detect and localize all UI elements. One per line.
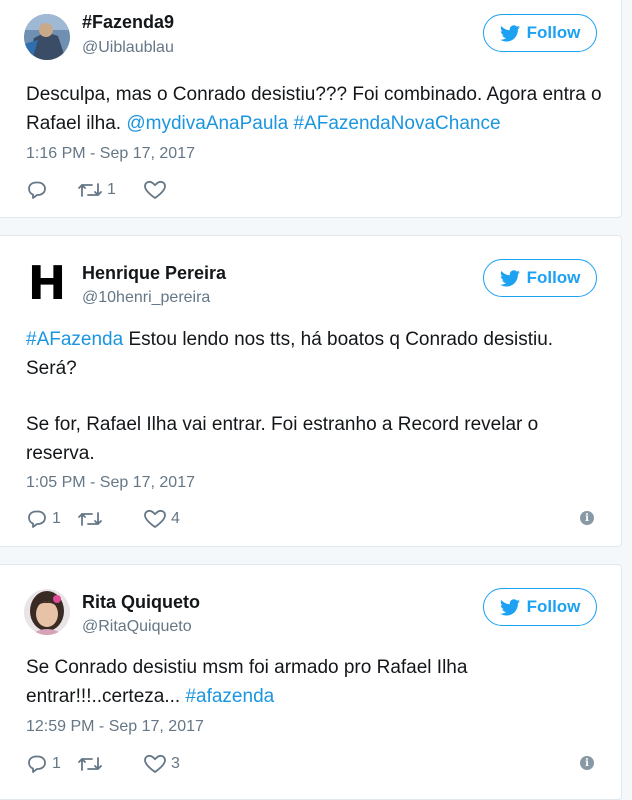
info-icon[interactable]: i [580,756,594,770]
like-count: 4 [171,510,180,527]
follow-button[interactable]: Follow [483,14,597,52]
retweet-icon [78,183,102,197]
heart-icon [144,180,166,199]
like-button[interactable]: 3 [143,754,180,774]
reply-icon [28,510,46,528]
follow-label: Follow [526,268,581,287]
reply-button[interactable]: 1 [26,754,77,774]
retweet-button[interactable]: 1 [77,180,143,200]
hashtag-link[interactable]: #afazenda [185,686,274,707]
like-button[interactable] [143,180,171,200]
reply-count: 1 [52,755,61,772]
hashtag-link[interactable]: #AFazendaNovaChance [294,113,501,134]
like-count: 3 [171,755,180,772]
retweet-icon [78,512,102,526]
tweet-card: H Henrique Pereira @10henri_pereira Foll… [0,235,622,547]
reply-button[interactable] [26,180,77,200]
retweet-button[interactable] [77,754,143,774]
display-name[interactable]: #Fazenda9 [82,12,174,33]
timestamp[interactable]: 1:16 PM - Sep 17, 2017 [26,145,195,163]
avatar[interactable] [24,14,70,60]
twitter-bird-icon [499,598,520,615]
tweet-text-body: Se for, Rafael Ilha vai entrar. Foi estr… [26,414,539,464]
user-handle[interactable]: @10henri_pereira [82,289,210,307]
avatar[interactable] [24,589,70,635]
follow-label: Follow [526,23,581,42]
avatar[interactable]: H [24,260,70,306]
tweet-text: Se Conrado desistiu msm foi armado pro R… [26,654,606,711]
info-icon[interactable]: i [580,511,594,525]
timestamp[interactable]: 1:05 PM - Sep 17, 2017 [26,474,195,492]
reply-icon [28,181,46,199]
mention-link[interactable]: @mydivaAnaPaula [126,113,288,134]
timestamp[interactable]: 12:59 PM - Sep 17, 2017 [26,718,204,736]
retweet-count: 1 [107,181,116,198]
tweet-text: #AFazenda Estou lendo nos tts, há boatos… [26,326,606,468]
tweet-actions: 1 [26,178,171,202]
retweet-button[interactable] [77,509,143,529]
heart-icon [144,509,166,528]
tweet-card: #Fazenda9 @Uiblaublau Follow Desculpa, m… [0,0,622,218]
twitter-bird-icon [499,269,520,286]
user-handle[interactable]: @RitaQuiqueto [82,618,192,636]
heart-icon [144,754,166,773]
reply-icon [28,755,46,773]
follow-label: Follow [526,597,581,616]
display-name[interactable]: Henrique Pereira [82,263,226,284]
tweet-card: Rita Quiqueto @RitaQuiqueto Follow Se Co… [0,564,622,800]
reply-button[interactable]: 1 [26,509,77,529]
reply-count: 1 [52,510,61,527]
tweet-actions: 1 4 [26,507,180,531]
hashtag-link[interactable]: #AFazenda [26,329,123,350]
follow-button[interactable]: Follow [483,259,597,297]
like-button[interactable]: 4 [143,509,180,529]
follow-button[interactable]: Follow [483,588,597,626]
retweet-icon [78,757,102,771]
avatar-letter: H [27,260,67,306]
twitter-bird-icon [499,24,520,41]
tweet-actions: 1 3 [26,752,180,776]
tweet-text: Desculpa, mas o Conrado desistiu??? Foi … [26,81,606,138]
user-handle[interactable]: @Uiblaublau [82,39,174,57]
display-name[interactable]: Rita Quiqueto [82,592,200,613]
